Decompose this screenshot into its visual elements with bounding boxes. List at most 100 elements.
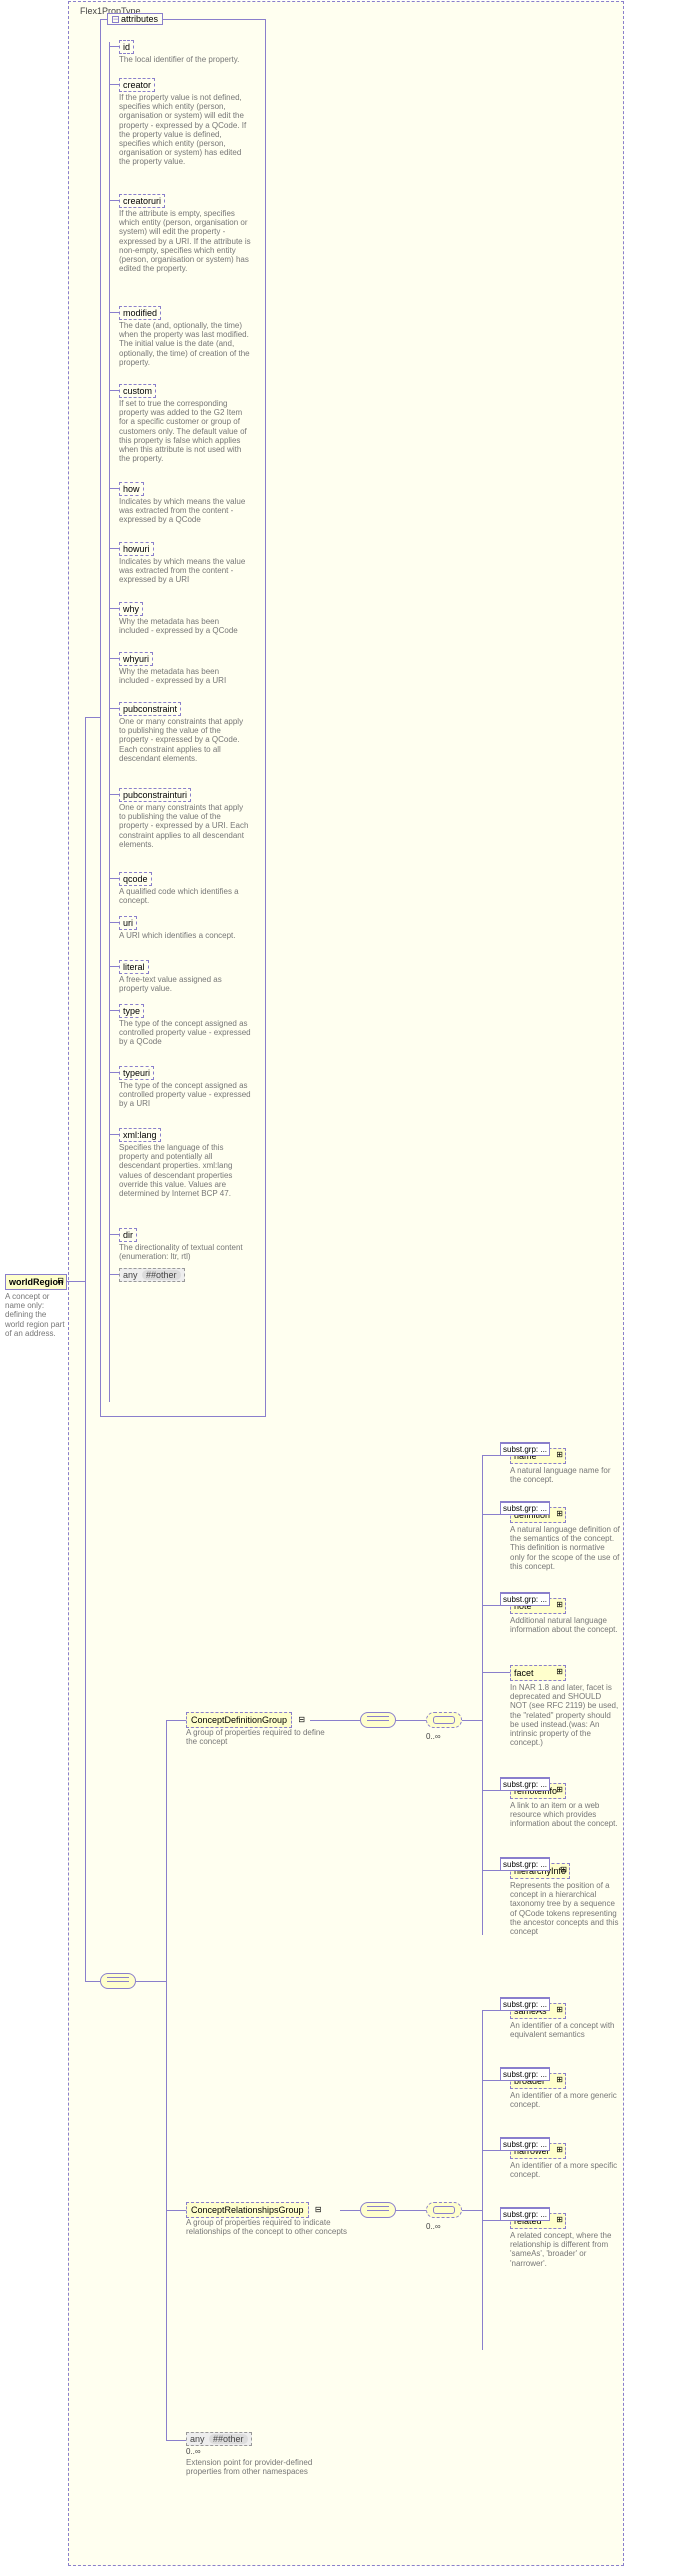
attr-desc: The type of the concept assigned as cont…: [119, 1081, 251, 1109]
attributes-label: attributes: [121, 14, 158, 24]
el-desc: Represents the position of a concept in …: [510, 1881, 620, 1936]
attr-box[interactable]: howuri: [119, 542, 154, 556]
attr-box[interactable]: literal: [119, 960, 149, 974]
attr-box[interactable]: custom: [119, 384, 156, 398]
sequence-icon[interactable]: [360, 1712, 396, 1728]
attr-creator: creator If the property value is not def…: [119, 78, 251, 167]
el-desc: An identifier of a concept with equivale…: [510, 2021, 620, 2039]
sequence-icon[interactable]: [360, 2202, 396, 2218]
any-element-box[interactable]: any ##other: [186, 2432, 252, 2446]
any-label: any: [190, 2434, 205, 2444]
connector: [85, 717, 100, 718]
el-desc: Additional natural language information …: [510, 1616, 620, 1634]
attr-xmllang: xml:lang Specifies the language of this …: [119, 1128, 251, 1198]
child-related: related⊞ A related concept, where the re…: [510, 2213, 620, 2268]
attr-custom: custom If set to true the corresponding …: [119, 384, 251, 463]
attributes-tab[interactable]: −attributes: [107, 13, 163, 25]
subst-note: subst.grp: ...: [500, 1442, 550, 1456]
attr-desc: One or many constraints that apply to pu…: [119, 717, 251, 763]
attr-dir: dir The directionality of textual conten…: [119, 1228, 251, 1261]
subst-note: subst.grp: ...: [500, 2137, 550, 2151]
group-concept-relationships[interactable]: ConceptRelationshipsGroup ⊟: [186, 2202, 309, 2218]
attr-id: id The local identifier of the property.: [119, 40, 251, 64]
attr-box[interactable]: type: [119, 1004, 144, 1018]
attr-desc: Why the metadata has been included - exp…: [119, 667, 251, 685]
child-definition: definition⊞ A natural language definitio…: [510, 1507, 620, 1571]
attr-box[interactable]: creator: [119, 78, 155, 92]
attr-box[interactable]: dir: [119, 1228, 137, 1242]
attr-box[interactable]: creatoruri: [119, 194, 165, 208]
attr-whyuri: whyuri Why the metadata has been include…: [119, 652, 251, 685]
attr-desc: Indicates by which means the value was e…: [119, 557, 251, 585]
attr-type: type The type of the concept assigned as…: [119, 1004, 251, 1047]
attr-literal: literal A free-text value assigned as pr…: [119, 960, 251, 993]
subst-note: subst.grp: ...: [500, 1501, 550, 1515]
el-desc: A related concept, where the relationshi…: [510, 2231, 620, 2268]
attr-desc: The type of the concept assigned as cont…: [119, 1019, 251, 1047]
any-attribute-box[interactable]: any ##other: [119, 1268, 185, 1282]
cardinality: 0..∞: [426, 1732, 441, 1741]
root-element: worldRegion ⊟ A concept or name only: de…: [5, 1274, 67, 1338]
group-desc: A group of properties required to define…: [186, 1728, 336, 1746]
choice-icon[interactable]: [426, 1712, 462, 1728]
attr-box[interactable]: whyuri: [119, 652, 153, 666]
root-element-name: worldRegion: [9, 1277, 64, 1287]
el-desc: An identifier of a more generic concept.: [510, 2091, 620, 2109]
child-facet: facet⊞ In NAR 1.8 and later, facet is de…: [510, 1665, 620, 1747]
attr-box[interactable]: qcode: [119, 872, 152, 886]
attr-desc: A qualified code which identifies a conc…: [119, 887, 251, 905]
child-hierarchyinfo: hierarchyInfo⊞ Represents the position o…: [510, 1863, 620, 1936]
el-desc: In NAR 1.8 and later, facet is deprecate…: [510, 1683, 620, 1747]
attr-box[interactable]: pubconstraint: [119, 702, 181, 716]
attr-how: how Indicates by which means the value w…: [119, 482, 251, 525]
attr-box[interactable]: pubconstrainturi: [119, 788, 191, 802]
group-label: ConceptRelationshipsGroup: [191, 2205, 304, 2215]
root-element-desc: A concept or name only: defining the wor…: [5, 1292, 67, 1338]
attr-desc: A free-text value assigned as property v…: [119, 975, 251, 993]
el-facet[interactable]: facet⊞: [510, 1665, 566, 1681]
cardinality: 0..∞: [186, 2447, 336, 2456]
any-ns: ##other: [209, 2434, 248, 2444]
el-desc: An identifier of a more specific concept…: [510, 2161, 620, 2179]
attr-box[interactable]: uri: [119, 916, 137, 930]
cardinality: 0..∞: [426, 2222, 441, 2231]
attr-box[interactable]: xml:lang: [119, 1128, 161, 1142]
attr-qcode: qcode A qualified code which identifies …: [119, 872, 251, 905]
attr-modified: modified The date (and, optionally, the …: [119, 306, 251, 367]
el-desc: A natural language definition of the sem…: [510, 1525, 620, 1571]
attr-box[interactable]: how: [119, 482, 144, 496]
any-desc: Extension point for provider-defined pro…: [186, 2458, 336, 2476]
attr-pubconstraint: pubconstraint One or many constraints th…: [119, 702, 251, 763]
el-desc: A natural language name for the concept.: [510, 1466, 620, 1484]
subst-note: subst.grp: ...: [500, 1777, 550, 1791]
collapse-icon[interactable]: ⊟: [57, 1277, 64, 1285]
attr-desc: A URI which identifies a concept.: [119, 931, 251, 940]
group-concept-definition[interactable]: ConceptDefinitionGroup ⊟: [186, 1712, 292, 1728]
attr-desc: If the attribute is empty, specifies whi…: [119, 209, 251, 273]
group-label: ConceptDefinitionGroup: [191, 1715, 287, 1725]
subst-note: subst.grp: ...: [500, 2207, 550, 2221]
minus-icon[interactable]: −: [112, 16, 119, 23]
attr-box[interactable]: typeuri: [119, 1066, 154, 1080]
attr-pubconstrainturi: pubconstrainturi One or many constraints…: [119, 788, 251, 849]
attr-howuri: howuri Indicates by which means the valu…: [119, 542, 251, 585]
subst-note: subst.grp: ...: [500, 1857, 550, 1871]
attr-box[interactable]: id: [119, 40, 134, 54]
connector: [67, 1281, 85, 1282]
el-desc: A link to an item or a web resource whic…: [510, 1801, 620, 1829]
attr-desc: Indicates by which means the value was e…: [119, 497, 251, 525]
group-desc: A group of properties required to indica…: [186, 2218, 366, 2236]
any-element: any ##other 0..∞ Extension point for pro…: [186, 2432, 336, 2476]
attr-desc: Why the metadata has been included - exp…: [119, 617, 251, 635]
attr-spine: [109, 42, 110, 1402]
attr-creatoruri: creatoruri If the attribute is empty, sp…: [119, 194, 251, 273]
sequence-icon[interactable]: [100, 1973, 136, 1989]
subst-note: subst.grp: ...: [500, 1997, 550, 2011]
connector: [85, 717, 86, 1281]
attr-desc: If set to true the corresponding propert…: [119, 399, 251, 463]
choice-icon[interactable]: [426, 2202, 462, 2218]
attr-desc: If the property value is not defined, sp…: [119, 93, 251, 167]
attr-box[interactable]: modified: [119, 306, 161, 320]
attr-box[interactable]: why: [119, 602, 143, 616]
attr-desc: The local identifier of the property.: [119, 55, 251, 64]
